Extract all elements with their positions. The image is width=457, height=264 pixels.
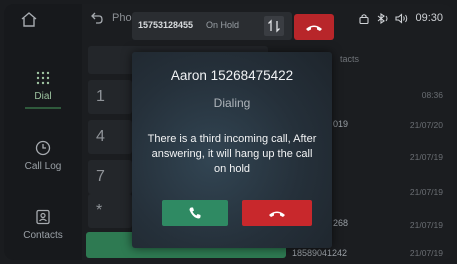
home-icon[interactable] xyxy=(20,11,38,27)
list-header: tacts xyxy=(340,54,360,64)
on-hold-status: On Hold xyxy=(206,20,240,30)
swap-icon xyxy=(268,19,280,33)
contacts-icon xyxy=(36,209,50,225)
reject-button[interactable] xyxy=(242,200,312,226)
key-1[interactable]: 1 xyxy=(88,80,132,114)
call-state: Dialing xyxy=(213,96,251,110)
hang-up-icon xyxy=(269,211,285,217)
phone-app-screen: Dial Call Log Contacts Pho 09:30 1 4 7 *… xyxy=(4,4,453,260)
key-4[interactable]: 4 xyxy=(88,120,132,154)
sidebar-item-dial[interactable]: Dial xyxy=(4,70,82,109)
sidebar-item-label: Dial xyxy=(34,91,52,102)
clock-icon xyxy=(35,140,51,156)
on-hold-call-bar[interactable]: 15753128455 On Hold xyxy=(132,12,292,40)
sidebar-item-call-log[interactable]: Call Log xyxy=(4,140,82,172)
swap-call-button[interactable] xyxy=(264,16,284,36)
answer-button[interactable] xyxy=(162,200,228,226)
back-icon[interactable] xyxy=(90,11,104,25)
volume-icon xyxy=(395,12,408,24)
lock-icon xyxy=(359,13,370,24)
on-hold-number: 15753128455 xyxy=(138,20,194,30)
sidebar-item-contacts[interactable]: Contacts xyxy=(4,209,82,241)
caller-name-number: Aaron 15268475422 xyxy=(170,68,294,83)
dialog-message: There is a third incoming call, After an… xyxy=(147,133,317,175)
key-star[interactable]: * xyxy=(88,194,132,228)
status-area: 09:30 xyxy=(359,12,443,24)
dialpad-icon xyxy=(36,71,50,85)
active-indicator xyxy=(25,107,61,109)
phone-icon xyxy=(189,207,201,219)
hang-up-icon xyxy=(306,25,322,31)
page-title: Pho xyxy=(112,12,132,24)
key-7[interactable]: 7 xyxy=(88,160,132,194)
sidebar-item-label: Contacts xyxy=(23,230,63,241)
bluetooth-icon xyxy=(378,12,388,24)
third-call-dialog: Aaron 15268475422 Dialing There is a thi… xyxy=(132,52,332,248)
clock-time: 09:30 xyxy=(415,12,443,24)
hang-up-on-hold-button[interactable] xyxy=(294,14,334,40)
left-nav-rail: Dial Call Log Contacts xyxy=(4,4,82,260)
sidebar-item-label: Call Log xyxy=(24,161,62,172)
